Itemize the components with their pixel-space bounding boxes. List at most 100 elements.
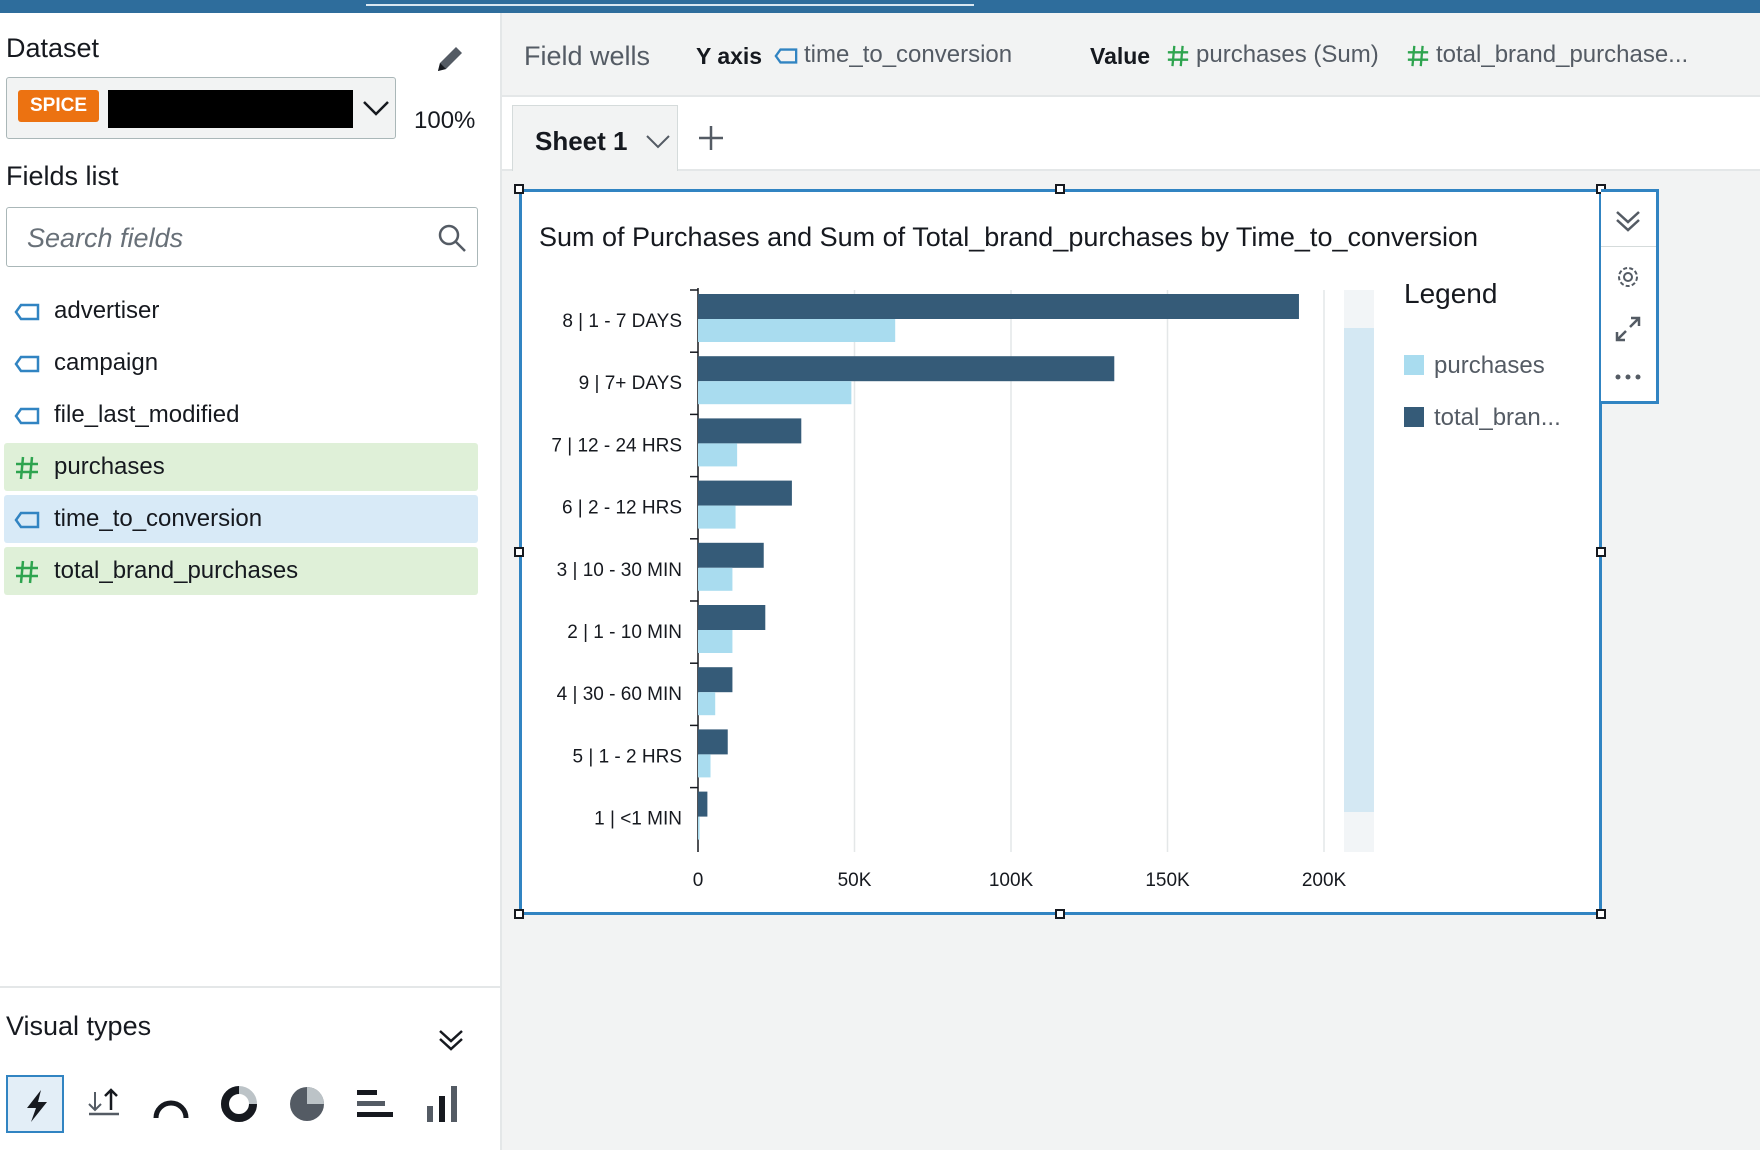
autograph-icon xyxy=(27,1090,47,1122)
dimension-tag-icon xyxy=(14,511,40,529)
field-label: advertiser xyxy=(54,297,160,324)
bar-total-brand-purchases xyxy=(698,605,766,630)
legend-item-purchases[interactable]: purchases xyxy=(1404,352,1545,380)
bar-total-brand-purchases xyxy=(698,667,733,693)
field-label: file_last_modified xyxy=(54,401,240,428)
visual-type-gauge[interactable] xyxy=(142,1075,200,1133)
dimension-tag-icon xyxy=(14,355,40,373)
tab-sheet-1[interactable]: Sheet 1 xyxy=(512,105,678,171)
y-category-label: 3 | 10 - 30 MIN xyxy=(557,560,682,581)
dimension-tag-icon xyxy=(14,303,40,321)
measure-hash-icon xyxy=(16,560,38,584)
value-well-field-2[interactable]: total_brand_purchase... xyxy=(1406,41,1688,69)
search-fields-input[interactable] xyxy=(25,218,409,258)
chevron-down-icon[interactable] xyxy=(645,134,671,150)
y-category-label: 8 | 1 - 7 DAYS xyxy=(562,311,682,332)
top-nav-bar xyxy=(0,0,1760,13)
visual-type-autograph[interactable] xyxy=(6,1075,64,1133)
legend-item-total-brand[interactable]: total_bran... xyxy=(1404,404,1561,432)
bar-purchases xyxy=(698,754,711,778)
field-time-to-conversion[interactable]: time_to_conversion xyxy=(4,495,478,543)
value-well-label: Value xyxy=(1090,43,1151,69)
search-icon[interactable] xyxy=(437,223,467,253)
x-tick-label: 50K xyxy=(838,870,872,891)
measure-hash-icon xyxy=(16,456,38,480)
resize-handle-right[interactable] xyxy=(1596,547,1606,557)
bar-total-brand-purchases xyxy=(698,418,802,444)
bar-total-brand-purchases xyxy=(698,791,708,817)
gauge-icon xyxy=(153,1100,189,1119)
y-category-label: 2 | 1 - 10 MIN xyxy=(567,622,682,643)
field-label: campaign xyxy=(54,349,159,376)
x-tick-label: 150K xyxy=(1145,870,1190,891)
dataset-dropdown[interactable]: SPICE xyxy=(6,77,396,139)
y-category-label: 7 | 12 - 24 HRS xyxy=(551,435,682,456)
legend-title: Legend xyxy=(1404,278,1498,309)
dataset-title: Dataset xyxy=(6,33,100,63)
chevron-down-icon xyxy=(363,101,389,116)
bar-purchases xyxy=(698,319,896,342)
expand-icon[interactable] xyxy=(1613,314,1643,344)
horizontal-bar-icon xyxy=(357,1090,393,1117)
bar-purchases xyxy=(698,567,733,591)
visual-type-vertical-bar[interactable] xyxy=(414,1075,472,1133)
y-axis-well-label: Y axis xyxy=(696,43,763,69)
bar-total-brand-purchases xyxy=(698,356,1115,382)
visual-types-divider xyxy=(0,986,500,988)
field-label: purchases xyxy=(54,453,165,480)
resize-handle-top-left[interactable] xyxy=(514,184,524,194)
legend-swatch xyxy=(1404,355,1424,375)
active-tab-indicator xyxy=(366,4,974,6)
bar-purchases xyxy=(698,443,738,467)
y-axis-well-field[interactable]: time_to_conversion xyxy=(774,41,1012,69)
field-campaign[interactable]: campaign xyxy=(4,339,478,387)
visual-types-title: Visual types xyxy=(6,1011,152,1041)
double-chevron-down-icon[interactable] xyxy=(1613,206,1643,236)
bar-purchases xyxy=(698,505,736,529)
visual-type-pie[interactable] xyxy=(278,1075,336,1133)
sheet-tab-label: Sheet 1 xyxy=(535,126,628,156)
left-panel: Dataset SPICE 100% Fields list advertise… xyxy=(0,13,502,1150)
search-fields-box[interactable] xyxy=(6,207,478,267)
gear-icon[interactable] xyxy=(1613,262,1643,292)
visual-type-donut[interactable] xyxy=(210,1075,268,1133)
field-label: total_brand_purchases xyxy=(54,557,299,584)
resize-handle-bottom-left[interactable] xyxy=(514,909,524,919)
field-purchases[interactable]: purchases xyxy=(4,443,478,491)
field-advertiser[interactable]: advertiser xyxy=(4,287,478,335)
field-wells-bar[interactable]: Field wells Y axis time_to_conversion Va… xyxy=(502,13,1760,97)
bar-purchases xyxy=(698,381,852,405)
field-file-last-modified[interactable]: file_last_modified xyxy=(4,391,478,439)
dimension-tag-icon xyxy=(774,48,798,64)
chart-title: Sum of Purchases and Sum of Total_brand_… xyxy=(539,222,1479,252)
bar-purchases xyxy=(698,816,700,840)
legend-label: purchases xyxy=(1434,352,1545,379)
y-axis-field-label: time_to_conversion xyxy=(804,41,1013,68)
visual-types-grid xyxy=(6,1075,496,1137)
bar-chart-plot: 0 50K 100K 150K 200K 8 | 1 - 7 DAYS 9 | 7+ DAY… xyxy=(551,288,1347,891)
add-sheet-plus-icon[interactable] xyxy=(696,123,726,153)
resize-handle-bottom[interactable] xyxy=(1055,909,1065,919)
field-wells-title: Field wells xyxy=(524,41,651,71)
x-tick-label: 0 xyxy=(693,870,704,891)
dimension-tag-icon xyxy=(14,407,40,425)
visual-type-horizontal-bar[interactable] xyxy=(346,1075,404,1133)
field-total-brand-purchases[interactable]: total_brand_purchases xyxy=(4,547,478,595)
bar-total-brand-purchases xyxy=(698,294,1299,319)
double-chevron-down-icon[interactable] xyxy=(436,1025,466,1055)
kpi-icon xyxy=(88,1088,119,1116)
fields-list-title: Fields list xyxy=(6,161,119,191)
measure-hash-icon xyxy=(1167,45,1189,67)
value-well-field-1[interactable]: purchases (Sum) xyxy=(1166,41,1379,69)
resize-handle-bottom-right[interactable] xyxy=(1596,909,1606,919)
more-options-icon[interactable] xyxy=(1613,362,1643,392)
vertical-bar-icon xyxy=(427,1086,457,1122)
resize-handle-top[interactable] xyxy=(1055,184,1065,194)
y-category-label: 6 | 2 - 12 HRS xyxy=(562,498,682,519)
y-category-label: 9 | 7+ DAYS xyxy=(579,373,682,394)
pencil-icon[interactable] xyxy=(432,41,468,77)
x-tick-label: 100K xyxy=(989,870,1034,891)
y-category-label: 4 | 30 - 60 MIN xyxy=(557,684,682,705)
visual-type-kpi[interactable] xyxy=(74,1075,132,1133)
value-field-1-label: purchases (Sum) xyxy=(1196,41,1379,68)
